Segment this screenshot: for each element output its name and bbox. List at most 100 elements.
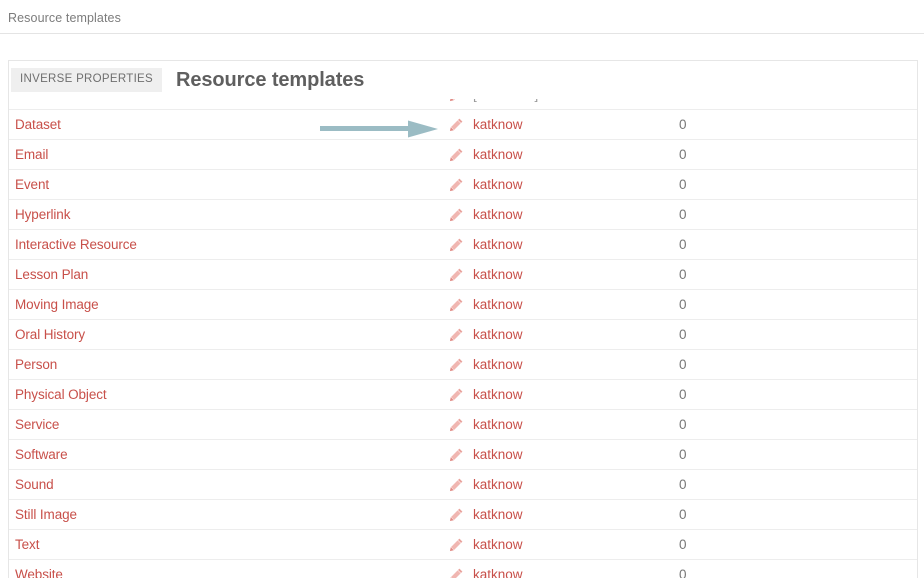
pencil-icon[interactable] (449, 507, 464, 522)
table-row[interactable]: Person katknow 0 (9, 349, 917, 380)
template-name-link[interactable]: Still Image (15, 507, 77, 522)
owner-label[interactable]: katknow (473, 117, 523, 132)
template-name-link[interactable]: Person (15, 357, 57, 372)
template-name-link[interactable]: Moving Image (15, 297, 99, 312)
table-row[interactable]: Interactive Resource katknow 0 (9, 229, 917, 260)
cell-count: 0 (679, 229, 917, 260)
owner-label[interactable]: katknow (473, 447, 523, 462)
template-name-link[interactable]: Dataset (15, 117, 61, 132)
template-name-link[interactable]: Event (15, 177, 49, 192)
count-value: 0 (679, 417, 687, 432)
pencil-icon[interactable] (449, 99, 464, 102)
breadcrumb[interactable]: Resource templates (8, 11, 121, 25)
pencil-icon[interactable] (449, 357, 464, 372)
owner-label[interactable]: katknow (473, 567, 523, 578)
cell-owner: katknow (449, 409, 679, 440)
cell-owner: katknow (449, 229, 679, 260)
cell-owner: katknow (449, 529, 679, 560)
pencil-icon[interactable] (449, 237, 464, 252)
table-row[interactable]: Sound katknow 0 (9, 469, 917, 500)
pencil-icon[interactable] (449, 267, 464, 282)
table-row[interactable]: Moving Image katknow 0 (9, 289, 917, 320)
cell-template-name: Still Image (9, 499, 449, 530)
count-value: 0 (679, 357, 687, 372)
cell-owner: katknow (449, 289, 679, 320)
count-value: 0 (679, 297, 687, 312)
count-value: 0 (679, 267, 687, 282)
count-value: 0 (679, 477, 687, 492)
owner-label[interactable]: katknow (473, 357, 523, 372)
pencil-icon[interactable] (449, 177, 464, 192)
pencil-icon[interactable] (449, 447, 464, 462)
table-row[interactable]: Lesson Plan katknow 0 (9, 259, 917, 290)
count-value: 0 (679, 387, 687, 402)
resource-templates-table-clipped: Base Resource (9, 99, 917, 109)
cell-count: 0 (679, 99, 917, 109)
pencil-icon[interactable] (449, 297, 464, 312)
template-name-link[interactable]: Oral History (15, 327, 85, 342)
template-name-link[interactable]: Sound (15, 477, 54, 492)
template-name-link[interactable]: Text (15, 537, 39, 552)
table-row[interactable]: Website katknow 0 (9, 559, 917, 578)
table-row[interactable]: Dataset katknow 0 (9, 109, 917, 140)
pencil-icon[interactable] (449, 207, 464, 222)
table-row[interactable]: Base Resource (9, 99, 917, 109)
cell-template-name: Person (9, 349, 449, 380)
owner-label[interactable]: katknow (473, 537, 523, 552)
template-name-link[interactable]: Lesson Plan (15, 267, 88, 282)
pencil-icon[interactable] (449, 567, 464, 578)
cell-template-name: Software (9, 439, 449, 470)
owner-label[interactable]: katknow (473, 417, 523, 432)
owner-label[interactable]: katknow (473, 387, 523, 402)
pencil-icon[interactable] (449, 537, 464, 552)
owner-label[interactable]: katknow (473, 477, 523, 492)
pencil-icon[interactable] (449, 327, 464, 342)
cell-template-name: Lesson Plan (9, 259, 449, 290)
template-name-link[interactable]: Base Resource (15, 99, 106, 102)
cell-owner: katknow (449, 349, 679, 380)
count-value: 0 (679, 177, 687, 192)
pencil-icon[interactable] (449, 117, 464, 132)
table-row[interactable]: Physical Object katknow 0 (9, 379, 917, 410)
owner-label[interactable]: katknow (473, 297, 523, 312)
count-value: 0 (679, 327, 687, 342)
pencil-icon[interactable] (449, 147, 464, 162)
count-value: 0 (679, 537, 687, 552)
template-name-link[interactable]: Physical Object (15, 387, 107, 402)
pencil-icon[interactable] (449, 477, 464, 492)
page-title: Resource templates (176, 68, 365, 91)
cell-owner: katknow (449, 319, 679, 350)
pencil-icon[interactable] (449, 417, 464, 432)
template-name-link[interactable]: Website (15, 567, 63, 578)
owner-label[interactable]: katknow (473, 267, 523, 282)
clipped-row-region: Base Resource (9, 99, 917, 111)
cell-count: 0 (679, 169, 917, 200)
template-name-link[interactable]: Email (15, 147, 48, 162)
table-row[interactable]: Event katknow 0 (9, 169, 917, 200)
template-name-link[interactable]: Service (15, 417, 59, 432)
owner-label[interactable]: katknow (473, 207, 523, 222)
tab-inverse-properties[interactable]: INVERSE PROPERTIES (11, 68, 163, 92)
template-name-link[interactable]: Software (15, 447, 68, 462)
owner-label[interactable]: katknow (473, 507, 523, 522)
table-row[interactable]: Text katknow 0 (9, 529, 917, 560)
owner-label[interactable]: katknow (473, 237, 523, 252)
template-name-link[interactable]: Hyperlink (15, 207, 70, 222)
table-row[interactable]: Email katknow 0 (9, 139, 917, 170)
table-row[interactable]: Software katknow 0 (9, 439, 917, 470)
cell-owner: katknow (449, 379, 679, 410)
cell-owner: [No owner] (449, 99, 679, 109)
table-row[interactable]: Still Image katknow 0 (9, 499, 917, 530)
count-value: 0 (679, 507, 687, 522)
table-row[interactable]: Hyperlink katknow 0 (9, 199, 917, 230)
owner-label[interactable]: katknow (473, 147, 523, 162)
template-name-link[interactable]: Interactive Resource (15, 237, 137, 252)
cell-template-name: Email (9, 139, 449, 170)
cell-owner: katknow (449, 559, 679, 578)
pencil-icon[interactable] (449, 387, 464, 402)
owner-label[interactable]: katknow (473, 327, 523, 342)
cell-count: 0 (679, 529, 917, 560)
table-row[interactable]: Oral History katknow 0 (9, 319, 917, 350)
owner-label[interactable]: katknow (473, 177, 523, 192)
table-row[interactable]: Service katknow 0 (9, 409, 917, 440)
